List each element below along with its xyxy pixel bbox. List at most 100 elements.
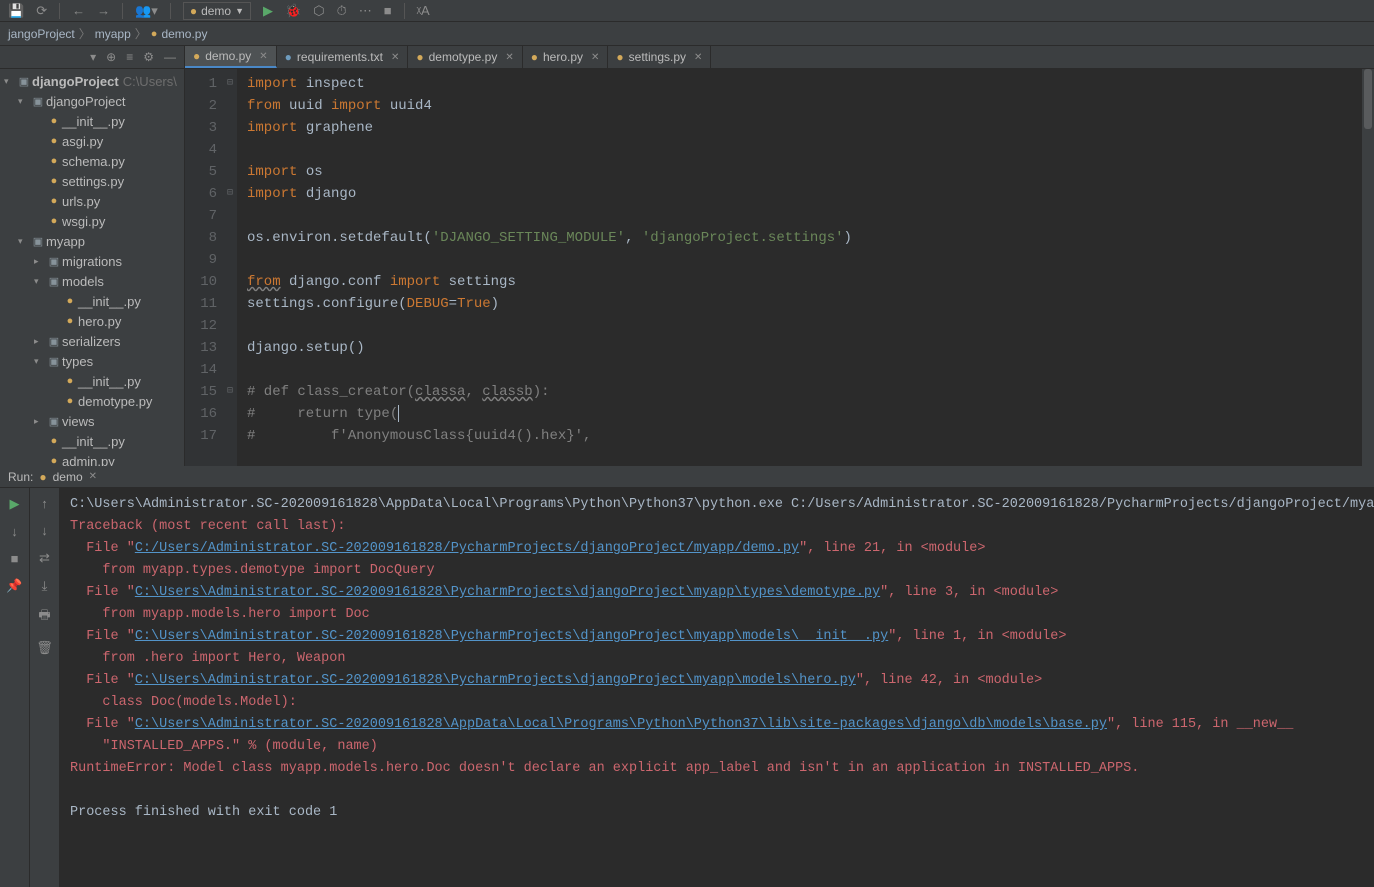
tree-row[interactable]: ●__init__.py (0, 431, 184, 451)
py-icon: ● (46, 155, 62, 167)
tree-label: views (62, 414, 95, 429)
run-icon[interactable]: ▶ (263, 3, 273, 19)
pin-icon[interactable]: 📌 (6, 578, 22, 594)
print-icon[interactable]: 🖶 (38, 606, 50, 628)
close-icon[interactable]: ✕ (391, 52, 399, 63)
scrollbar-thumb[interactable] (1364, 69, 1372, 129)
tree-row[interactable]: ●__init__.py (0, 291, 184, 311)
py-icon: ● (62, 295, 78, 307)
trash-icon[interactable]: 🗑 (36, 640, 53, 656)
py-icon: ● (62, 315, 78, 327)
project-dropdown-icon[interactable]: ▾ (90, 50, 96, 64)
tree-row[interactable]: ▾▣models (0, 271, 184, 291)
project-sidebar: ▾ ⊕ ≡ ⚙ — ▾ ▣ djangoProject C:\Users\ ▾▣… (0, 46, 185, 466)
tree-row[interactable]: ▾▣djangoProject (0, 91, 184, 111)
run-side-toolbar: ▶ ↓ ■ 📌 (0, 488, 30, 887)
run-output[interactable]: C:\Users\Administrator.SC-202009161828\A… (60, 488, 1374, 887)
editor-scrollbar[interactable] (1362, 69, 1374, 466)
hide-icon[interactable]: — (164, 50, 176, 64)
editor-tab[interactable]: ●demo.py✕ (185, 46, 277, 68)
project-tree[interactable]: ▾ ▣ djangoProject C:\Users\ ▾▣djangoProj… (0, 69, 184, 466)
coverage-icon[interactable]: ⬡ (313, 3, 324, 19)
down-icon[interactable]: ↓ (11, 524, 18, 539)
commit-icon[interactable]: 👥▾ (135, 3, 158, 19)
select-opened-icon[interactable]: ⊕ (106, 50, 116, 64)
tree-row[interactable]: ▾▣types (0, 351, 184, 371)
tree-row[interactable]: ●demotype.py (0, 391, 184, 411)
close-icon[interactable]: ✕ (505, 52, 513, 63)
chevron-right-icon: 〉 (79, 25, 91, 42)
tree-row[interactable]: ▸▣migrations (0, 251, 184, 271)
code-content[interactable]: import inspect from uuid import uuid4 im… (237, 69, 1374, 466)
close-icon[interactable]: ✕ (259, 51, 267, 62)
tree-arrow-icon[interactable]: ▾ (18, 96, 30, 107)
close-icon[interactable]: ✕ (89, 471, 97, 482)
tree-arrow-icon[interactable]: ▸ (34, 336, 46, 347)
close-icon[interactable]: ✕ (591, 52, 599, 63)
tree-row[interactable]: ▾▣myapp (0, 231, 184, 251)
tree-root[interactable]: ▾ ▣ djangoProject C:\Users\ (0, 71, 184, 91)
folder-icon: ▣ (46, 355, 62, 368)
tree-row[interactable]: ●schema.py (0, 151, 184, 171)
attach-icon[interactable]: ⋯ (359, 3, 372, 19)
txt-icon: ● (285, 50, 292, 64)
tree-row[interactable]: ●asgi.py (0, 131, 184, 151)
forward-icon[interactable]: → (97, 3, 110, 18)
wrap-icon[interactable]: ⇄ (39, 550, 50, 566)
debug-icon[interactable]: 🐞 (285, 3, 301, 19)
tree-label: models (62, 274, 104, 289)
tree-arrow-icon[interactable]: ▾ (18, 236, 30, 247)
translate-icon[interactable]: ᵡA (417, 3, 430, 18)
editor-tab[interactable]: ●demotype.py✕ (408, 46, 522, 68)
run-tab-name[interactable]: demo (53, 470, 83, 484)
editor-tab[interactable]: ●hero.py✕ (523, 46, 609, 68)
py-icon: ● (193, 49, 200, 63)
breadcrumb-item[interactable]: demo.py (161, 27, 207, 41)
py-icon: ● (46, 215, 62, 227)
tree-row[interactable]: ●wsgi.py (0, 211, 184, 231)
expand-all-icon[interactable]: ≡ (126, 50, 133, 64)
py-icon: ● (62, 375, 78, 387)
gear-icon[interactable]: ⚙ (143, 50, 154, 64)
tree-arrow-icon[interactable]: ▾ (34, 276, 46, 287)
main-split: ▾ ⊕ ≡ ⚙ — ▾ ▣ djangoProject C:\Users\ ▾▣… (0, 46, 1374, 466)
breadcrumb-item[interactable]: myapp (95, 27, 131, 41)
breadcrumb-item[interactable]: jangoProject (8, 27, 75, 41)
editor-tab[interactable]: ●requirements.txt✕ (277, 46, 409, 68)
down-icon[interactable]: ↓ (41, 523, 48, 538)
tree-row[interactable]: ●urls.py (0, 191, 184, 211)
python-icon: ● (39, 470, 46, 484)
tree-row[interactable]: ●__init__.py (0, 111, 184, 131)
refresh-icon[interactable]: ⟳ (36, 3, 47, 19)
editor-tabs: ●demo.py✕●requirements.txt✕●demotype.py✕… (185, 46, 1374, 69)
stop-icon[interactable]: ■ (384, 3, 392, 18)
tree-row[interactable]: ●hero.py (0, 311, 184, 331)
tab-label: demotype.py (429, 50, 498, 64)
run-config-selector[interactable]: ● demo ▼ (183, 2, 251, 20)
close-icon[interactable]: ✕ (694, 52, 702, 63)
python-icon: ● (190, 4, 197, 18)
stop-icon[interactable]: ■ (11, 551, 19, 566)
tree-row[interactable]: ●admin.py (0, 451, 184, 466)
tree-row[interactable]: ▸▣serializers (0, 331, 184, 351)
profile-icon[interactable]: ⏱ (337, 3, 347, 19)
tree-arrow-icon[interactable]: ▸ (34, 256, 46, 267)
py-icon: ● (46, 435, 62, 447)
back-icon[interactable]: ← (72, 3, 85, 18)
code-editor[interactable]: 1234567891011121314151617 ⊟⊟⊟ import ins… (185, 69, 1374, 466)
main-toolbar: 💾 ⟳ ← → 👥▾ ● demo ▼ ▶ 🐞 ⬡ ⏱ ⋯ ■ ᵡA (0, 0, 1374, 22)
fold-gutter[interactable]: ⊟⊟⊟ (227, 69, 237, 466)
run-icon[interactable]: ▶ (10, 496, 20, 512)
scroll-icon[interactable]: ⤓ (42, 578, 48, 594)
tree-arrow-icon[interactable]: ▾ (34, 356, 46, 367)
toolbar-separator (404, 3, 405, 19)
py-icon: ● (62, 395, 78, 407)
tree-row[interactable]: ●__init__.py (0, 371, 184, 391)
chevron-down-icon[interactable]: ▾ (4, 76, 16, 87)
tree-row[interactable]: ●settings.py (0, 171, 184, 191)
save-icon[interactable]: 💾 (8, 3, 24, 19)
tree-arrow-icon[interactable]: ▸ (34, 416, 46, 427)
editor-tab[interactable]: ●settings.py✕ (608, 46, 711, 68)
up-icon[interactable]: ↑ (41, 496, 48, 511)
tree-row[interactable]: ▸▣views (0, 411, 184, 431)
